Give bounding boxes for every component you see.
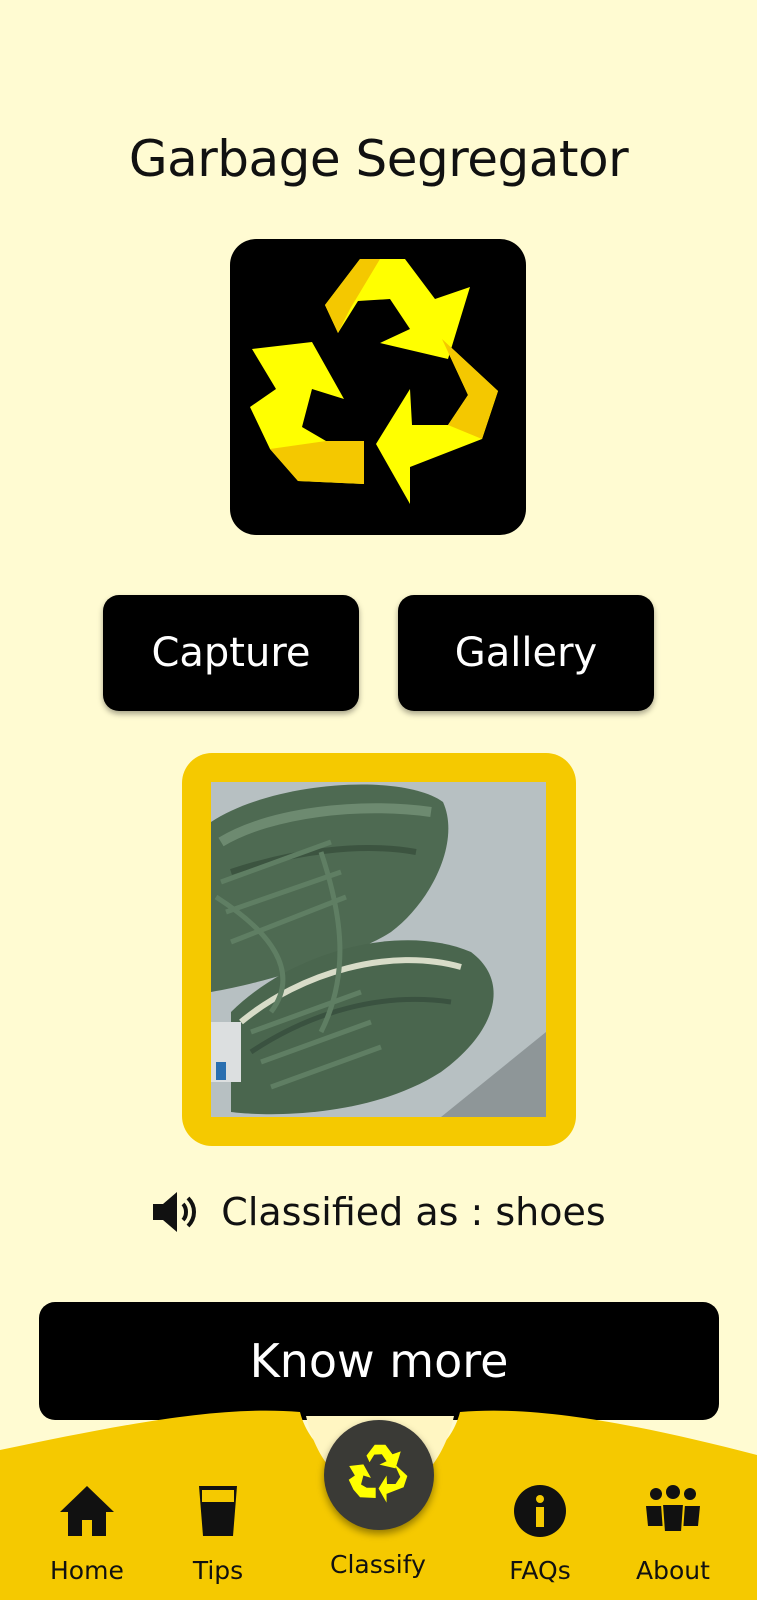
classification-text: Classified as : shoes bbox=[221, 1190, 606, 1234]
nav-label-home: Home bbox=[50, 1556, 124, 1585]
nav-item-about[interactable]: About bbox=[636, 1480, 710, 1585]
nav-label-tips: Tips bbox=[192, 1556, 244, 1585]
home-icon bbox=[59, 1486, 114, 1536]
nav-item-home[interactable]: Home bbox=[50, 1480, 124, 1585]
nav-label-classify: Classify bbox=[330, 1550, 426, 1579]
capture-button[interactable]: Capture bbox=[103, 595, 359, 711]
captured-image bbox=[211, 782, 546, 1117]
shoes-photo bbox=[211, 782, 546, 1117]
classify-fab[interactable] bbox=[324, 1420, 434, 1530]
nav-item-classify[interactable]: Classify bbox=[330, 1550, 426, 1579]
nav-item-tips[interactable]: Tips bbox=[187, 1480, 249, 1585]
speaker-icon[interactable] bbox=[151, 1190, 199, 1234]
nav-label-about: About bbox=[636, 1556, 710, 1585]
recycle-icon bbox=[250, 259, 498, 504]
info-icon bbox=[514, 1485, 566, 1537]
glass-icon bbox=[199, 1486, 237, 1536]
recycle-logo bbox=[230, 239, 526, 535]
page-title: Garbage Segregator bbox=[128, 130, 629, 188]
know-more-button[interactable]: Know more bbox=[39, 1302, 719, 1420]
image-preview-frame bbox=[182, 753, 576, 1146]
nav-label-faqs: FAQs bbox=[509, 1556, 571, 1585]
classification-result: Classified as : shoes bbox=[0, 1190, 757, 1234]
people-icon bbox=[645, 1485, 700, 1533]
nav-item-faqs[interactable]: FAQs bbox=[509, 1480, 571, 1585]
gallery-button[interactable]: Gallery bbox=[398, 595, 654, 711]
recycle-icon bbox=[348, 1444, 408, 1503]
